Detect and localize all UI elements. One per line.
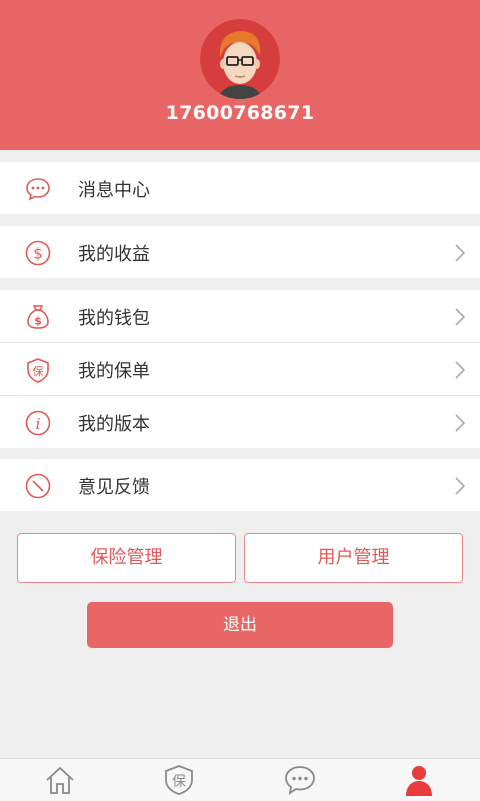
- money-bag-icon: $: [27, 305, 49, 329]
- shield-bao-icon: 保: [27, 358, 49, 383]
- home-icon[interactable]: [43, 763, 77, 797]
- user-phone: 17600768671: [165, 102, 315, 124]
- svg-text:$: $: [33, 245, 43, 263]
- menu-group-feedback: 意见反馈: [0, 459, 480, 511]
- menu-item-earnings[interactable]: $ 我的收益: [0, 226, 480, 278]
- chat-tab-icon[interactable]: [283, 763, 317, 797]
- logout-button[interactable]: 退出: [87, 602, 393, 648]
- insurance-manage-button[interactable]: 保险管理: [17, 533, 236, 583]
- menu-item-version[interactable]: i 我的版本: [0, 396, 480, 448]
- bao-tab-icon[interactable]: 保: [162, 763, 196, 797]
- menu-item-wallet[interactable]: $ 我的钱包: [0, 290, 480, 343]
- menu-item-policy[interactable]: 保 我的保单: [0, 343, 480, 396]
- chevron-right-icon: [455, 244, 466, 262]
- bottom-tab-bar: 保: [0, 758, 480, 801]
- user-avatar-icon[interactable]: [200, 19, 280, 99]
- menu-item-feedback[interactable]: 意见反馈: [0, 459, 480, 511]
- user-manage-button[interactable]: 用户管理: [244, 533, 463, 583]
- svg-text:i: i: [36, 415, 41, 433]
- chevron-right-icon: [455, 414, 466, 432]
- chevron-right-icon: [455, 308, 466, 326]
- menu-label: 我的版本: [78, 414, 150, 435]
- menu-label: 意见反馈: [78, 477, 150, 498]
- svg-text:保: 保: [33, 364, 44, 378]
- chevron-right-icon: [455, 477, 466, 495]
- dollar-coin-icon: $: [25, 240, 51, 266]
- info-icon: i: [25, 410, 51, 436]
- menu-label: 消息中心: [78, 180, 150, 201]
- menu-group-earnings: $ 我的收益: [0, 226, 480, 278]
- menu-label: 我的保单: [78, 361, 150, 382]
- menu-group-messages: 消息中心: [0, 162, 480, 214]
- menu-label: 我的钱包: [78, 308, 150, 329]
- svg-text:$: $: [34, 315, 42, 328]
- profile-header: 17600768671: [0, 0, 480, 150]
- menu-item-message-center[interactable]: 消息中心: [0, 162, 480, 214]
- chat-bubble-icon: [26, 178, 50, 201]
- chevron-right-icon: [455, 361, 466, 379]
- person-tab-icon[interactable]: [402, 763, 436, 797]
- menu-label: 我的收益: [78, 244, 150, 265]
- compass-icon: [25, 473, 51, 499]
- bao-tab-glyph: 保: [172, 774, 186, 790]
- menu-group-account: $ 我的钱包 保 我的保单 i 我的版本: [0, 290, 480, 448]
